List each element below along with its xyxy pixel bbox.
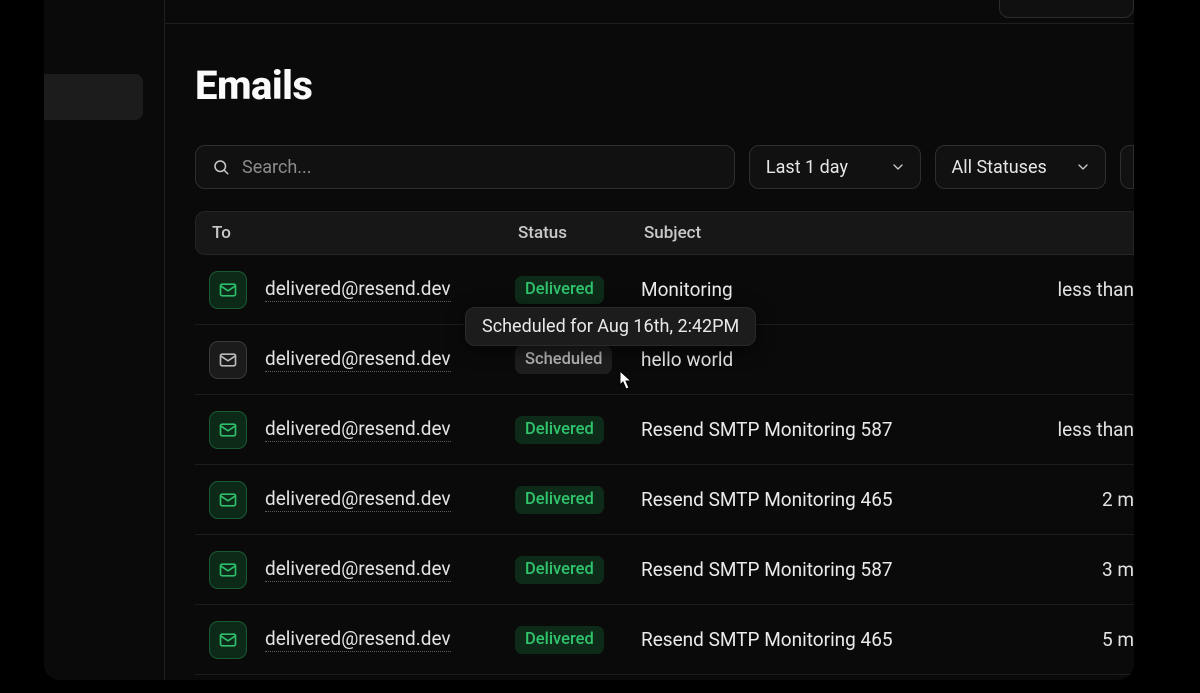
cell-subject: Resend SMTP Monitoring 587 [641, 558, 1034, 581]
recipient-address[interactable]: delivered@resend.dev [265, 347, 451, 372]
cell-to: delivered@resend.dev [209, 341, 515, 379]
mail-icon [209, 621, 247, 659]
col-subject: Subject [644, 223, 1133, 243]
cell-to: delivered@resend.dev [209, 271, 515, 309]
mail-icon [209, 411, 247, 449]
recipient-address[interactable]: delivered@resend.dev [265, 487, 451, 512]
table-header: To Status Subject [195, 211, 1134, 255]
recipient-address[interactable]: delivered@resend.dev [265, 627, 451, 652]
cell-time: 5 m [1034, 628, 1134, 651]
cell-to: delivered@resend.dev [209, 411, 515, 449]
table-row[interactable]: delivered@resend.dev Delivered Resend SMTP… [195, 535, 1134, 605]
recipient-address[interactable]: delivered@resend.dev [265, 417, 451, 442]
status-badge[interactable]: Scheduled [515, 346, 612, 374]
mail-icon [209, 271, 247, 309]
cell-status: Delivered [515, 626, 641, 654]
topbar [165, 0, 1134, 24]
table-row[interactable]: delivered@resend.dev Delivered Resend SMTP… [195, 465, 1134, 535]
cell-to: delivered@resend.dev [209, 621, 515, 659]
cell-subject: Monitoring [641, 278, 1034, 301]
date-filter-label: Last 1 day [766, 157, 848, 178]
mail-icon [209, 481, 247, 519]
cell-to: delivered@resend.dev [209, 551, 515, 589]
status-badge[interactable]: Delivered [515, 556, 604, 584]
topbar-action-hint[interactable] [999, 0, 1134, 18]
mail-icon [209, 551, 247, 589]
page: Emails Search... Last 1 day All Statuses [165, 24, 1134, 675]
table-row[interactable]: delivered@resend.dev Delivered Resend SMTP… [195, 605, 1134, 675]
mail-icon [209, 341, 247, 379]
filter-bar: Search... Last 1 day All Statuses [195, 145, 1134, 189]
status-badge[interactable]: Delivered [515, 486, 604, 514]
status-filter[interactable]: All Statuses [935, 145, 1107, 189]
recipient-address[interactable]: delivered@resend.dev [265, 277, 451, 302]
status-badge[interactable]: Delivered [515, 626, 604, 654]
extra-filter-edge[interactable] [1120, 145, 1134, 189]
cell-time: less than [1034, 278, 1134, 301]
recipient-address[interactable]: delivered@resend.dev [265, 557, 451, 582]
status-badge[interactable]: Delivered [515, 276, 604, 304]
table-row[interactable]: delivered@resend.dev Delivered Resend SMTP… [195, 395, 1134, 465]
search-icon [212, 158, 230, 176]
sidebar [44, 0, 165, 680]
col-to: To [212, 223, 518, 243]
cell-status: Delivered [515, 556, 641, 584]
date-filter[interactable]: Last 1 day [749, 145, 921, 189]
cell-subject: Resend SMTP Monitoring 465 [641, 488, 1034, 511]
cell-status: Delivered [515, 416, 641, 444]
sidebar-item-active[interactable] [44, 74, 143, 120]
cell-time: 3 m [1034, 558, 1134, 581]
cell-subject: hello world [641, 348, 1034, 371]
cell-status: Scheduled [515, 346, 641, 374]
cell-time: 2 m [1034, 488, 1134, 511]
scheduled-tooltip: Scheduled for Aug 16th, 2:42PM [465, 307, 756, 346]
cell-status: Delivered [515, 486, 641, 514]
col-status: Status [518, 223, 644, 243]
search-input[interactable]: Search... [195, 145, 735, 189]
cell-subject: Resend SMTP Monitoring 587 [641, 418, 1034, 441]
page-title: Emails [195, 62, 1134, 109]
chevron-down-icon [1075, 159, 1091, 175]
cell-time: less than [1034, 418, 1134, 441]
cell-to: delivered@resend.dev [209, 481, 515, 519]
status-badge[interactable]: Delivered [515, 416, 604, 444]
chevron-down-icon [890, 159, 906, 175]
emails-table: To Status Subject delivered@resend.dev De… [195, 211, 1134, 675]
cell-status: Delivered [515, 276, 641, 304]
search-placeholder: Search... [242, 157, 312, 178]
status-filter-label: All Statuses [952, 157, 1047, 178]
cell-subject: Resend SMTP Monitoring 465 [641, 628, 1034, 651]
